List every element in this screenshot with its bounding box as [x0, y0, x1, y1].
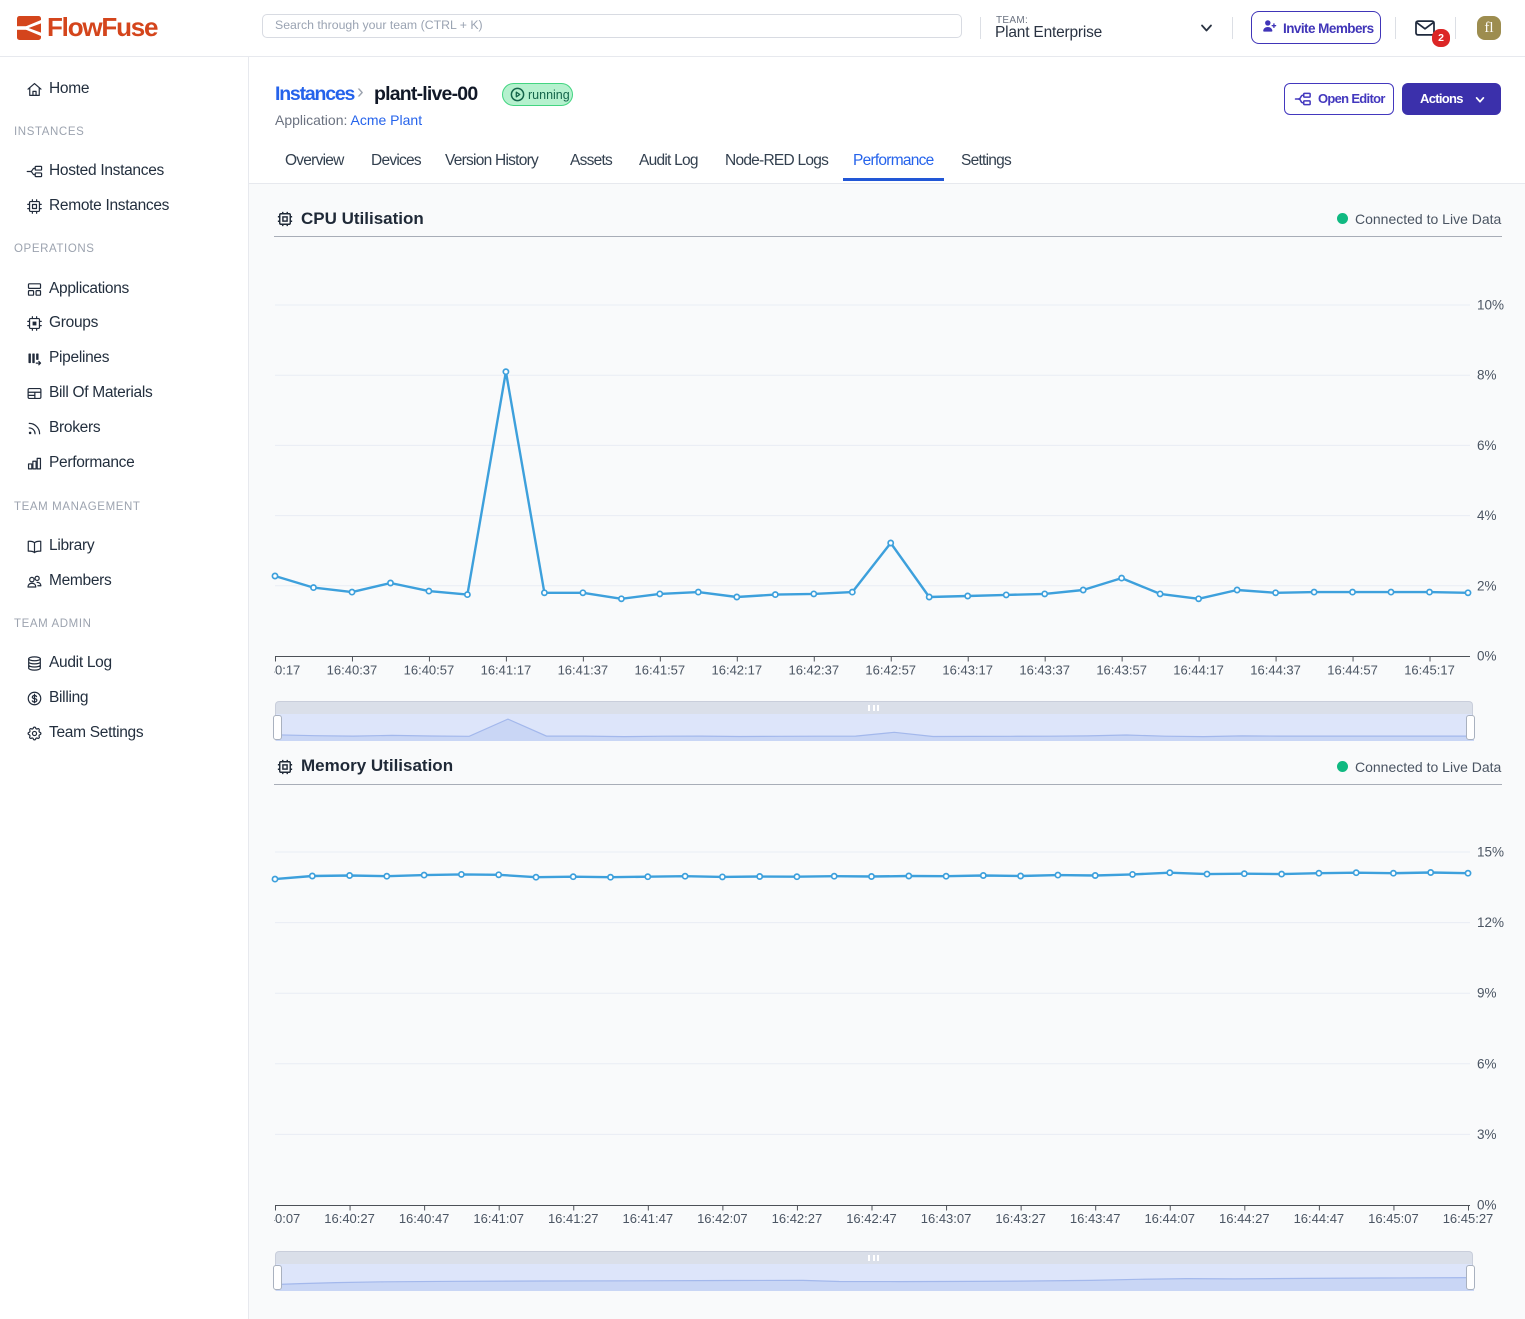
svg-text:16:41:57: 16:41:57 — [635, 663, 686, 678]
svg-text:2%: 2% — [1477, 578, 1497, 593]
svg-text:16:41:47: 16:41:47 — [623, 1211, 674, 1226]
svg-text:16:41:07: 16:41:07 — [473, 1211, 524, 1226]
svg-text:3%: 3% — [1477, 1127, 1497, 1142]
svg-text:16:40:07: 16:40:07 — [250, 1211, 301, 1226]
svg-text:16:41:17: 16:41:17 — [481, 663, 532, 678]
svg-text:16:44:07: 16:44:07 — [1144, 1211, 1195, 1226]
svg-text:16:43:27: 16:43:27 — [995, 1211, 1046, 1226]
svg-text:8%: 8% — [1477, 368, 1497, 383]
svg-text:16:41:37: 16:41:37 — [558, 663, 609, 678]
svg-text:16:42:07: 16:42:07 — [697, 1211, 748, 1226]
svg-text:16:44:27: 16:44:27 — [1219, 1211, 1270, 1226]
svg-text:16:42:47: 16:42:47 — [846, 1211, 897, 1226]
svg-text:16:43:57: 16:43:57 — [1096, 663, 1147, 678]
svg-text:16:42:57: 16:42:57 — [865, 663, 916, 678]
svg-text:12%: 12% — [1477, 915, 1504, 930]
svg-text:16:40:27: 16:40:27 — [324, 1211, 375, 1226]
svg-text:16:40:17: 16:40:17 — [250, 663, 301, 678]
svg-text:16:42:37: 16:42:37 — [788, 663, 839, 678]
svg-text:6%: 6% — [1477, 1056, 1497, 1071]
svg-text:16:42:27: 16:42:27 — [772, 1211, 823, 1226]
svg-text:16:43:37: 16:43:37 — [1019, 663, 1070, 678]
svg-text:16:41:27: 16:41:27 — [548, 1211, 599, 1226]
svg-text:16:44:57: 16:44:57 — [1327, 663, 1378, 678]
svg-text:16:45:07: 16:45:07 — [1368, 1211, 1419, 1226]
svg-text:16:43:07: 16:43:07 — [921, 1211, 972, 1226]
svg-text:16:44:17: 16:44:17 — [1173, 663, 1224, 678]
svg-text:16:40:37: 16:40:37 — [327, 663, 378, 678]
svg-text:16:44:47: 16:44:47 — [1294, 1211, 1345, 1226]
svg-text:16:42:17: 16:42:17 — [712, 663, 763, 678]
svg-text:16:40:57: 16:40:57 — [404, 663, 455, 678]
svg-text:16:45:17: 16:45:17 — [1404, 663, 1455, 678]
svg-text:16:43:47: 16:43:47 — [1070, 1211, 1121, 1226]
svg-text:4%: 4% — [1477, 508, 1497, 523]
svg-text:0%: 0% — [1477, 649, 1497, 664]
svg-text:16:45:27: 16:45:27 — [1443, 1211, 1494, 1226]
svg-text:16:44:37: 16:44:37 — [1250, 663, 1301, 678]
svg-text:16:40:47: 16:40:47 — [399, 1211, 450, 1226]
svg-text:9%: 9% — [1477, 986, 1497, 1001]
svg-text:10%: 10% — [1477, 298, 1504, 313]
svg-text:6%: 6% — [1477, 438, 1497, 453]
svg-text:16:43:17: 16:43:17 — [942, 663, 993, 678]
svg-text:15%: 15% — [1477, 845, 1504, 860]
